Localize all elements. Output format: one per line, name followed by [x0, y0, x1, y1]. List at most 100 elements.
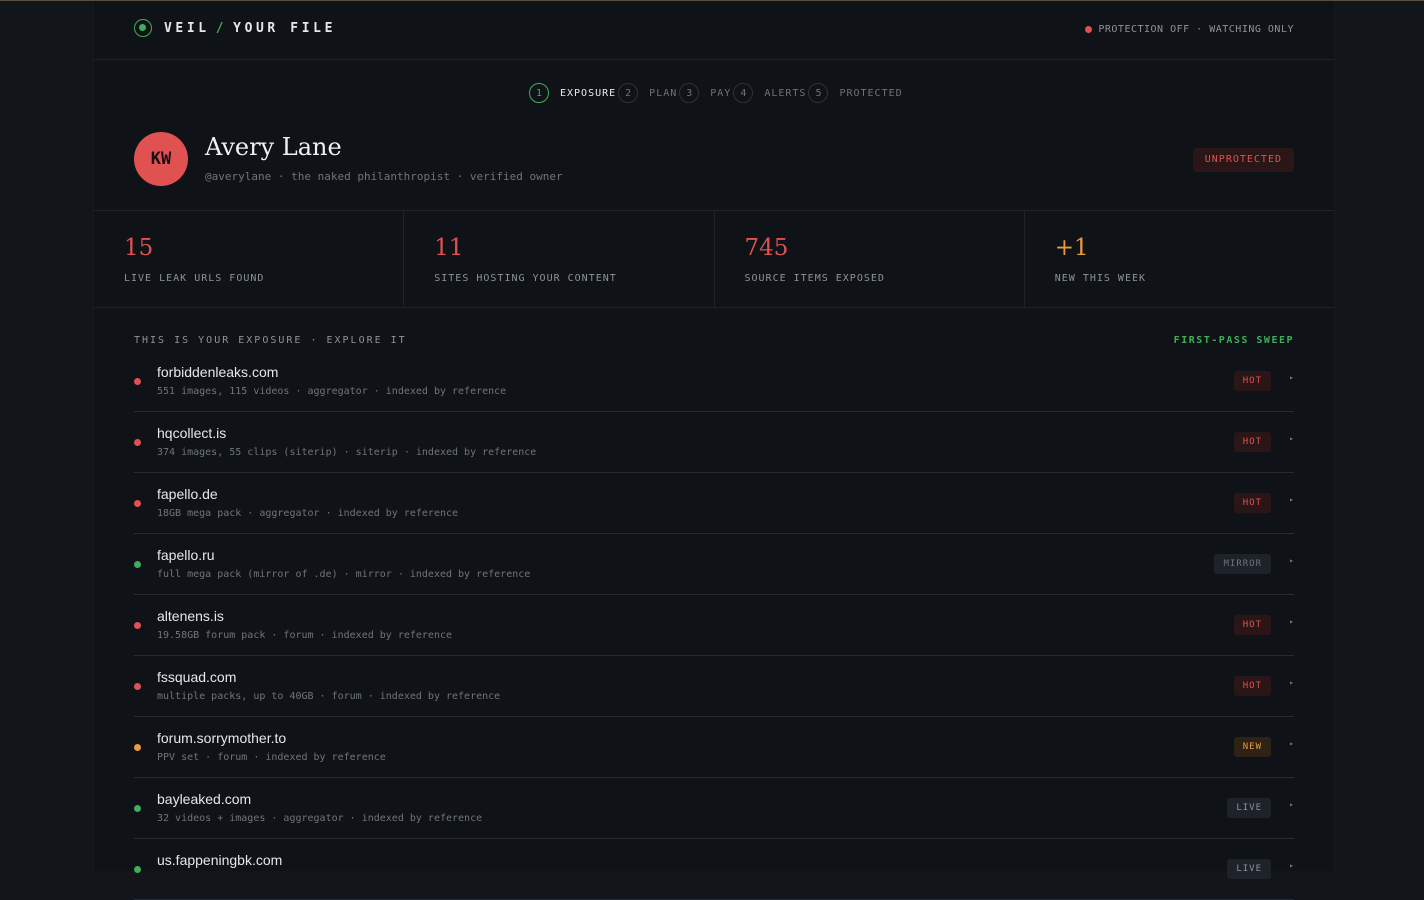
- status-dot-icon: [134, 439, 141, 446]
- step-alerts[interactable]: 4 ALERTS: [733, 83, 808, 103]
- stat-card: 15 LIVE LEAK URLS FOUND: [94, 211, 405, 307]
- status-dot-icon: [1085, 26, 1093, 33]
- status-tag: LIVE: [1227, 798, 1271, 818]
- exposure-header: THIS IS YOUR EXPOSURE · EXPLORE IT FIRST…: [134, 335, 1294, 349]
- status-dot-icon: [134, 866, 141, 873]
- step-label: PLAN: [649, 87, 678, 99]
- chevron-right-icon[interactable]: ▸: [1289, 617, 1294, 626]
- site-meta: full mega pack (mirror of .de) · mirror …: [157, 569, 531, 580]
- chevron-right-icon[interactable]: ▸: [1289, 434, 1294, 443]
- stat-label: LIVE LEAK URLS FOUND: [124, 273, 265, 284]
- status-tag: MIRROR: [1214, 554, 1271, 574]
- status-dot-icon: [134, 500, 141, 507]
- stats-strip: 15 LIVE LEAK URLS FOUND 11 SITES HOSTING YO…: [94, 210, 1334, 308]
- site-domain: fssquad.com: [157, 669, 237, 685]
- exposure-title: THIS IS YOUR EXPOSURE · EXPLORE IT: [134, 335, 407, 346]
- step-number: 5: [808, 83, 829, 103]
- avatar: KW: [134, 132, 188, 186]
- chevron-right-icon[interactable]: ▸: [1289, 556, 1294, 565]
- stat-card: 745 SOURCE ITEMS EXPOSED: [715, 211, 1025, 307]
- stat-value: 11: [434, 235, 464, 261]
- step-label: EXPOSURE: [560, 87, 617, 99]
- exposure-list: forbiddenleaks.com 551 images, 115 videos…: [134, 351, 1294, 900]
- step-label: ALERTS: [764, 87, 807, 99]
- site-domain: fapello.de: [157, 486, 218, 502]
- progress-steps: 1 EXPOSURE 2 PLAN 3 PAY 4 ALERTS 5 PROTECTED: [529, 82, 905, 104]
- stat-label: SITES HOSTING YOUR CONTENT: [434, 273, 617, 284]
- profile-handle: @averylane · the naked philanthropist · …: [205, 170, 563, 183]
- status-tag: HOT: [1233, 371, 1271, 391]
- site-meta: 374 images, 55 clips (siterip) · siterip…: [157, 447, 537, 458]
- site-domain: altenens.is: [157, 608, 224, 624]
- site-domain: fapello.ru: [157, 547, 215, 563]
- step-label: PAY: [710, 87, 732, 99]
- status-tag: LIVE: [1227, 859, 1271, 879]
- stat-card: 11 SITES HOSTING YOUR CONTENT: [404, 211, 715, 307]
- chevron-right-icon[interactable]: ▸: [1289, 800, 1294, 809]
- site-domain: bayleaked.com: [157, 791, 252, 807]
- sweep-label: FIRST-PASS SWEEP: [1173, 335, 1294, 346]
- status-tag: HOT: [1233, 615, 1271, 635]
- step-exposure[interactable]: 1 EXPOSURE: [529, 83, 618, 103]
- exposure-row[interactable]: fssquad.com multiple packs, up to 40GB · …: [134, 656, 1294, 717]
- brand-section: YOUR FILE: [233, 20, 336, 36]
- exposure-row[interactable]: fapello.ru full mega pack (mirror of .de)…: [134, 534, 1294, 595]
- status-dot-icon: [134, 744, 141, 751]
- veil-logo-icon: [134, 19, 152, 37]
- site-domain: hqcollect.is: [157, 425, 227, 441]
- site-meta: 32 videos + images · aggregator · indexe…: [157, 813, 483, 824]
- brand-separator: /: [215, 20, 228, 36]
- site-domain: forbiddenleaks.com: [157, 364, 279, 380]
- stat-value: +1: [1054, 235, 1089, 261]
- app-shell: VEIL / YOUR FILE PROTECTION OFF · WATCHING…: [93, 1, 1335, 900]
- brand-title: VEIL / YOUR FILE: [164, 21, 336, 36]
- stat-value: 15: [124, 235, 154, 261]
- status-dot-icon: [134, 683, 141, 690]
- stat-label: SOURCE ITEMS EXPOSED: [744, 273, 885, 284]
- exposure-row[interactable]: bayleaked.com 32 videos + images · aggreg…: [134, 778, 1294, 839]
- protection-badge: UNPROTECTED: [1192, 148, 1294, 172]
- stat-value: 745: [744, 235, 789, 261]
- exposure-row[interactable]: forum.sorrymother.to PPV set · forum · in…: [134, 717, 1294, 778]
- chevron-right-icon[interactable]: ▸: [1289, 495, 1294, 504]
- site-meta: 19.58GB forum pack · forum · indexed by …: [157, 630, 453, 641]
- site-domain: forum.sorrymother.to: [157, 730, 287, 746]
- site-meta: multiple packs, up to 40GB · forum · ind…: [157, 691, 501, 702]
- site-meta: 18GB mega pack · aggregator · indexed by…: [157, 508, 459, 519]
- exposure-row[interactable]: hqcollect.is 374 images, 55 clips (siteri…: [134, 412, 1294, 473]
- step-plan[interactable]: 2 PLAN: [618, 83, 679, 103]
- brand[interactable]: VEIL / YOUR FILE: [134, 19, 336, 37]
- status-tag: HOT: [1233, 432, 1271, 452]
- status-tag: NEW: [1233, 737, 1271, 757]
- chevron-right-icon[interactable]: ▸: [1289, 861, 1294, 870]
- profile-card: KW Avery Lane @averylane · the naked phi…: [134, 132, 1294, 188]
- site-meta: 551 images, 115 videos · aggregator · in…: [157, 386, 507, 397]
- status-tag: HOT: [1233, 493, 1271, 513]
- status-dot-icon: [134, 805, 141, 812]
- exposure-row[interactable]: forbiddenleaks.com 551 images, 115 videos…: [134, 351, 1294, 412]
- step-pay[interactable]: 3 PAY: [679, 83, 733, 103]
- exposure-row[interactable]: us.fappeningbk.com LIVE ▸: [134, 839, 1294, 900]
- step-number: 2: [618, 83, 639, 103]
- step-number: 4: [733, 83, 754, 103]
- status-tag: HOT: [1233, 676, 1271, 696]
- status-dot-icon: [134, 622, 141, 629]
- step-number: 3: [679, 83, 700, 103]
- chevron-right-icon[interactable]: ▸: [1289, 739, 1294, 748]
- chevron-right-icon[interactable]: ▸: [1289, 373, 1294, 382]
- stat-label: NEW THIS WEEK: [1054, 273, 1147, 284]
- status-text: PROTECTION OFF · WATCHING ONLY: [1098, 24, 1294, 35]
- step-protected[interactable]: 5 PROTECTED: [808, 83, 904, 103]
- protection-status: PROTECTION OFF · WATCHING ONLY: [1085, 24, 1294, 35]
- exposure-row[interactable]: altenens.is 19.58GB forum pack · forum · …: [134, 595, 1294, 656]
- site-meta: PPV set · forum · indexed by reference: [157, 752, 386, 763]
- step-label: PROTECTED: [839, 87, 903, 99]
- brand-name: VEIL: [164, 20, 210, 36]
- status-dot-icon: [134, 378, 141, 385]
- stat-card: +1 NEW THIS WEEK: [1025, 211, 1334, 307]
- exposure-row[interactable]: fapello.de 18GB mega pack · aggregator · …: [134, 473, 1294, 534]
- step-number: 1: [529, 83, 549, 103]
- status-dot-icon: [134, 561, 141, 568]
- chevron-right-icon[interactable]: ▸: [1289, 678, 1294, 687]
- header: VEIL / YOUR FILE PROTECTION OFF · WATCHING…: [94, 1, 1334, 60]
